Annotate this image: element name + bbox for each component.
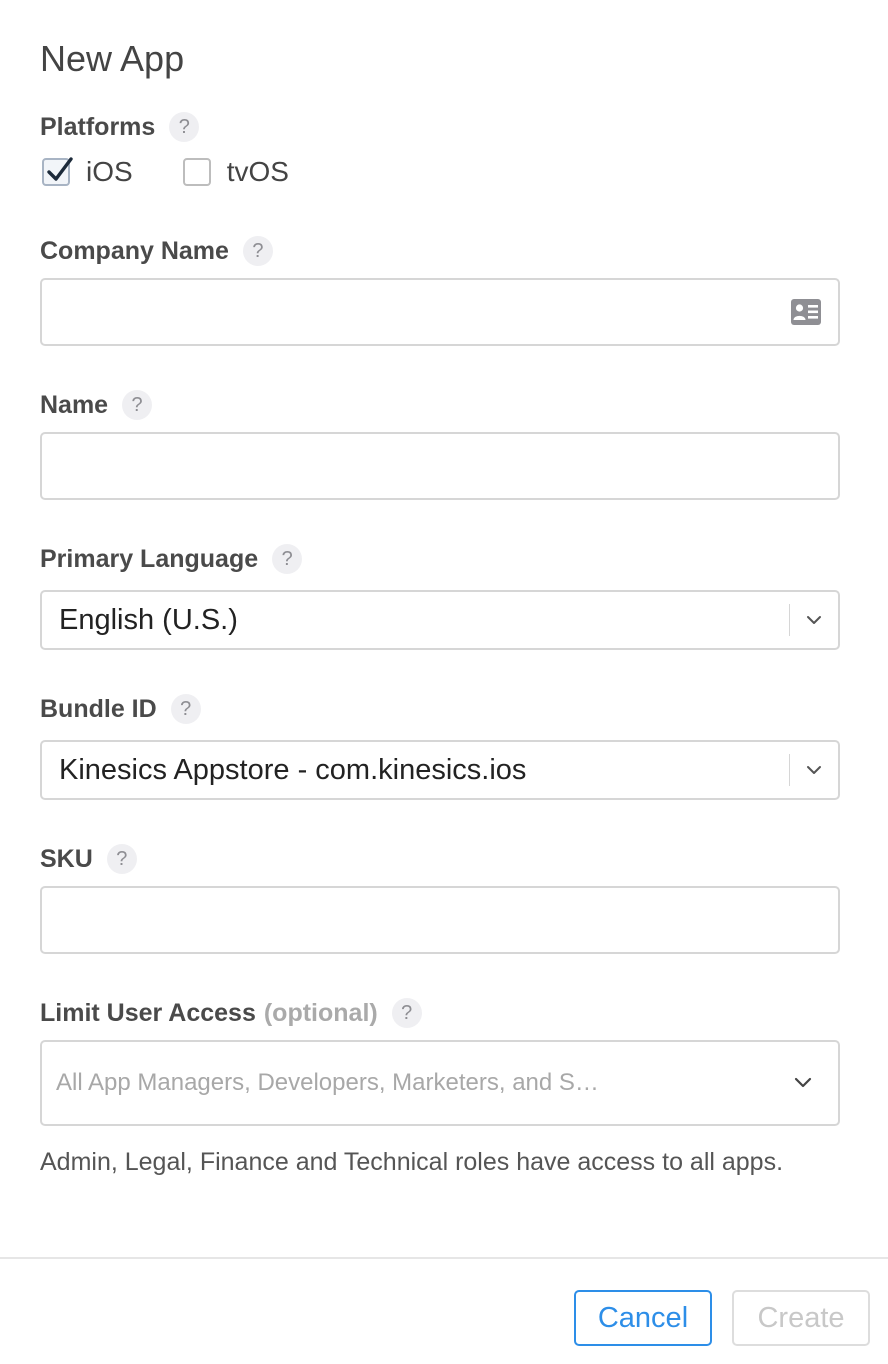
platform-ios-option[interactable]: iOS — [42, 156, 133, 188]
platforms-label: Platforms — [40, 112, 156, 141]
access-note: Admin, Legal, Finance and Technical role… — [40, 1148, 784, 1176]
bundle-id-label: Bundle ID — [40, 694, 157, 723]
contact-card-icon[interactable] — [790, 298, 822, 331]
company-name-field[interactable] — [40, 278, 840, 346]
cancel-button[interactable]: Cancel — [574, 1290, 712, 1346]
dialog-title: New App — [40, 38, 185, 79]
primary-language-value: English (U.S.) — [59, 603, 238, 636]
platforms-options: iOS tvOS — [42, 156, 339, 188]
company-name-label: Company Name — [40, 236, 229, 265]
sku-label: SKU — [40, 844, 93, 873]
platforms-label-row: Platforms ? — [40, 112, 200, 142]
optional-tag: (optional) — [263, 998, 378, 1027]
ios-checkbox[interactable] — [42, 157, 73, 186]
bundle-id-value: Kinesics Appstore - com.kinesics.ios — [59, 753, 527, 786]
company-name-label-row: Company Name ? — [40, 236, 273, 266]
primary-language-select[interactable]: English (U.S.) — [40, 590, 840, 650]
bundle-id-select[interactable]: Kinesics Appstore - com.kinesics.ios — [40, 740, 840, 800]
primary-language-label: Primary Language — [40, 544, 259, 573]
create-button[interactable]: Create — [732, 1290, 870, 1346]
ios-label: iOS — [86, 156, 133, 187]
platforms-help-icon[interactable]: ? — [169, 112, 200, 142]
limit-user-access-select[interactable]: All App Managers, Developers, Marketers,… — [40, 1040, 840, 1126]
tvos-checkbox[interactable] — [182, 158, 211, 186]
primary-language-label-row: Primary Language ? — [40, 544, 303, 574]
company-name-help-icon[interactable]: ? — [242, 236, 273, 266]
primary-language-help-icon[interactable]: ? — [272, 544, 303, 574]
name-label-row: Name ? — [40, 390, 153, 420]
bundle-id-label-row: Bundle ID ? — [40, 694, 201, 724]
chevron-down-icon[interactable] — [790, 742, 838, 798]
bundle-id-help-icon[interactable]: ? — [170, 694, 201, 724]
name-label: Name — [40, 390, 109, 419]
sku-help-icon[interactable]: ? — [106, 844, 137, 874]
checkmark-icon — [47, 157, 73, 181]
name-help-icon[interactable]: ? — [122, 390, 153, 420]
new-app-dialog: New App Platforms ? iOS tvOS Company Nam… — [0, 0, 888, 1364]
name-field[interactable] — [40, 432, 840, 500]
platform-tvos-option[interactable]: tvOS — [182, 156, 289, 188]
footer-divider — [0, 1257, 888, 1259]
tvos-label: tvOS — [226, 156, 289, 187]
chevron-down-icon[interactable] — [768, 1077, 838, 1089]
sku-field[interactable] — [40, 886, 840, 954]
limit-user-access-help-icon[interactable]: ? — [391, 998, 422, 1028]
limit-user-access-placeholder: All App Managers, Developers, Marketers,… — [56, 1069, 599, 1096]
limit-user-access-label: Limit User Access — [40, 998, 256, 1027]
chevron-down-icon[interactable] — [790, 592, 838, 648]
sku-label-row: SKU ? — [40, 844, 137, 874]
limit-user-access-label-row: Limit User Access (optional) ? — [40, 998, 422, 1028]
